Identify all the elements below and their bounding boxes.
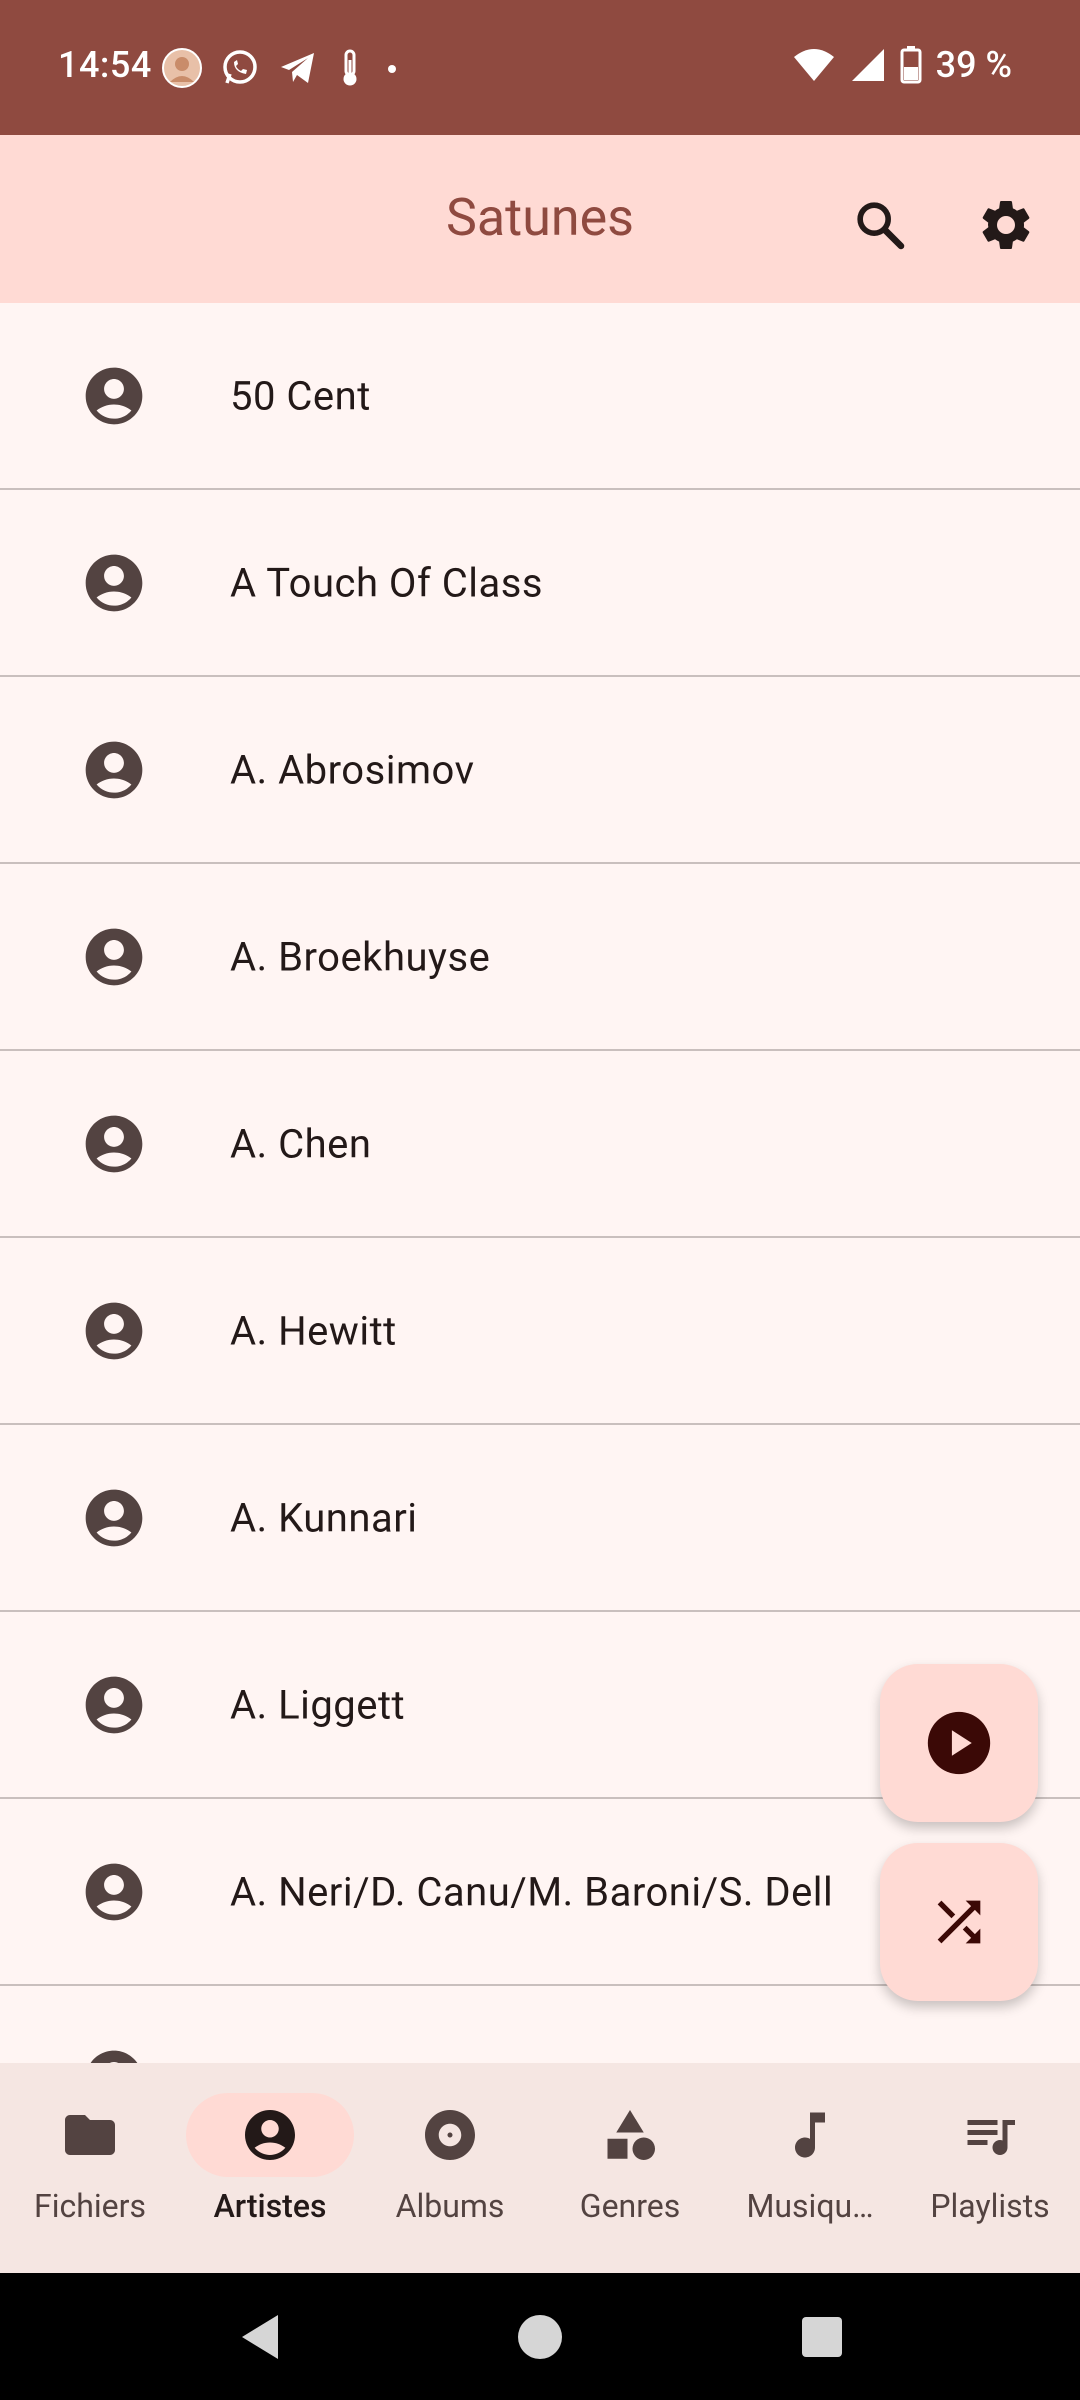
list-item[interactable]: 50 Cent — [0, 303, 1080, 490]
avatar-notification-icon — [162, 48, 202, 88]
album-icon — [425, 2110, 475, 2160]
home-button[interactable] — [500, 2273, 580, 2400]
person-icon — [85, 1489, 143, 1546]
search-button[interactable] — [840, 185, 920, 265]
person-icon — [85, 367, 143, 424]
person-icon — [85, 1302, 143, 1359]
battery-percentage: 39 % — [935, 44, 1012, 86]
artist-name: A. Liggett — [230, 1681, 406, 1728]
person-icon — [90, 2050, 138, 2063]
telegram-icon — [281, 53, 314, 83]
signal-icon — [851, 49, 884, 81]
person-icon — [85, 928, 143, 985]
dot-icon — [388, 65, 396, 73]
artist-name: A. Broekhuyse — [230, 933, 491, 980]
artist-name: A. Chen — [230, 1120, 372, 1167]
wifi-icon — [793, 49, 834, 81]
nav-label: Musiqu… — [746, 2187, 874, 2225]
shuffle-icon — [937, 1900, 981, 1944]
playlist-icon — [967, 2120, 1015, 2155]
nav-item-genres[interactable]: Genres — [540, 2063, 720, 2273]
nav-label: Fichiers — [34, 2187, 146, 2225]
nav-label: Albums — [395, 2187, 505, 2225]
person-icon — [245, 2110, 295, 2160]
artist-name: 50 Cent — [230, 372, 371, 419]
nav-item-artistes[interactable]: Artistes — [180, 2063, 360, 2273]
list-item[interactable]: A. Abrosimov — [0, 677, 1080, 864]
list-item[interactable]: A. Broekhuyse — [0, 864, 1080, 1051]
person-icon — [85, 741, 143, 798]
nav-label: Playlists — [930, 2187, 1050, 2225]
shapes-icon — [607, 2110, 655, 2160]
recents-button[interactable] — [782, 2273, 862, 2400]
artist-name: A. Kunnari — [230, 1494, 418, 1541]
list-item[interactable]: A. Kunnari — [0, 1425, 1080, 1612]
person-icon — [85, 1115, 143, 1172]
status-bar: 14:54 39 % — [0, 0, 1080, 135]
gear-icon — [982, 200, 1030, 249]
play-icon — [927, 1711, 991, 1775]
shuffle-button[interactable] — [880, 1843, 1038, 2001]
play-all-button[interactable] — [880, 1664, 1038, 1822]
folder-icon — [65, 2115, 115, 2155]
notification-icons — [162, 46, 402, 90]
person-icon — [85, 1863, 143, 1920]
recents-icon — [802, 2316, 842, 2357]
list-item[interactable]: A. Hewitt — [0, 1238, 1080, 1425]
artist-name: A. Hewitt — [230, 1307, 397, 1354]
system-status-icons: 39 % — [792, 44, 1012, 86]
artist-name: A Touch Of Class — [230, 559, 544, 606]
back-button[interactable] — [220, 2273, 300, 2400]
music-note-icon — [795, 2112, 825, 2158]
settings-button[interactable] — [966, 185, 1046, 265]
battery-icon — [900, 46, 922, 84]
artist-name: A. Abrosimov — [230, 746, 475, 793]
list-item[interactable]: A. Chen — [0, 1051, 1080, 1238]
system-navigation-bar — [0, 2273, 1080, 2400]
back-icon — [242, 2314, 278, 2359]
artist-name: A. Neri/D. Canu/M. Baroni/S. Dell — [230, 1868, 834, 1915]
nav-item-albums[interactable]: Albums — [360, 2063, 540, 2273]
whatsapp-icon — [223, 50, 257, 84]
app-bar: Satunes — [0, 135, 1080, 303]
list-item[interactable]: A Touch Of Class — [0, 490, 1080, 677]
thermometer-icon — [343, 49, 357, 86]
person-icon — [85, 1676, 143, 1733]
home-icon — [518, 2314, 562, 2359]
nav-item-fichiers[interactable]: Fichiers — [0, 2063, 180, 2273]
person-icon — [85, 554, 143, 611]
status-time: 14:54 — [58, 44, 152, 86]
nav-label: Artistes — [213, 2187, 327, 2225]
nav-label: Genres — [579, 2187, 681, 2225]
bottom-navigation: Fichiers Artistes Albums Genres Musiqu… … — [0, 2063, 1080, 2273]
search-icon — [857, 202, 905, 250]
nav-item-musiques[interactable]: Musiqu… — [720, 2063, 900, 2273]
nav-item-playlists[interactable]: Playlists — [900, 2063, 1080, 2273]
